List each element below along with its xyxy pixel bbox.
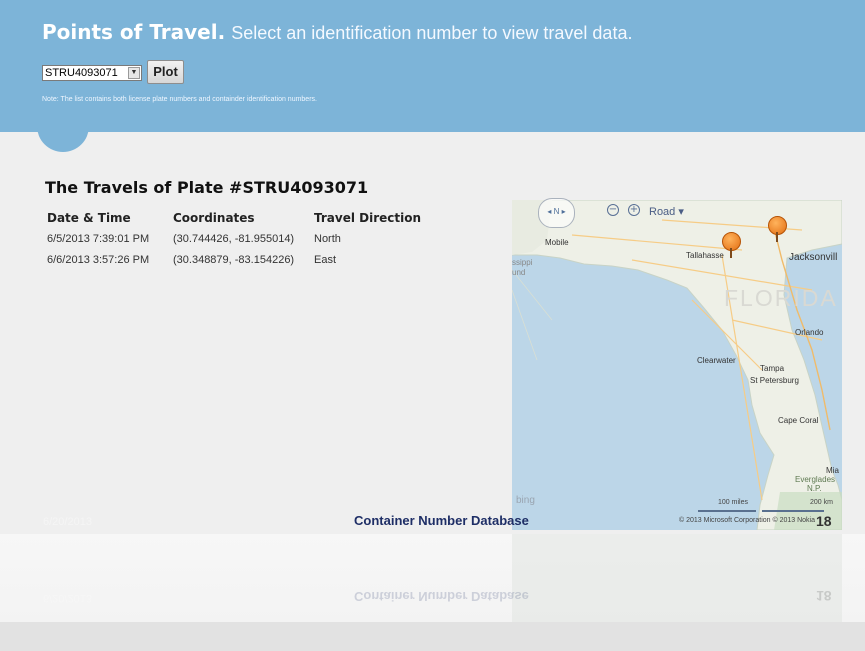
map-marker-stem — [730, 248, 732, 258]
bing-logo: bing — [516, 495, 535, 506]
map-label-mia: Mia — [826, 466, 839, 475]
map-label-everglades: Everglades — [795, 475, 836, 484]
row-1-coordinates: (30.744426, -81.955014) — [173, 233, 295, 245]
road-label: Road — [649, 206, 676, 218]
reflection-database: Container Number Database — [354, 589, 529, 604]
compass-icon[interactable]: ◂ N ▸ — [538, 198, 575, 228]
footer-database-title: Container Number Database — [354, 513, 529, 528]
map-state-label: FLORIDA — [724, 285, 838, 311]
reflection-date: 6/20/2013 — [43, 592, 92, 604]
scale-bar-miles — [698, 510, 756, 512]
slide-reflection: 6/20/2013 Container Number Database 18 — [0, 534, 865, 622]
page-title: Points of Travel. Select an identificati… — [42, 20, 632, 44]
scale-bar-km — [762, 510, 824, 512]
map-label-cape-coral: Cape Coral — [778, 416, 819, 425]
row-2-direction: East — [314, 254, 337, 266]
bottom-band — [0, 622, 865, 651]
map-label-clearwater: Clearwater — [697, 356, 736, 365]
row-2-coordinates: (30.348879, -83.154226) — [173, 254, 295, 266]
map-marker-stem — [776, 232, 778, 242]
id-select-value: STRU4093071 — [45, 67, 118, 79]
row-1-direction: North — [314, 233, 341, 245]
plate-title: The Travels of Plate #STRU4093071 — [45, 178, 369, 197]
map-view[interactable]: FLORIDA Mobile ssippi und Tallahasse Jac… — [512, 200, 842, 530]
scale-miles: 100 miles — [718, 499, 748, 506]
map-label-jacksonville: Jacksonvill — [789, 252, 838, 263]
plot-button[interactable]: Plot — [147, 60, 184, 84]
row-2-datetime: 6/6/2013 3:57:26 PM — [47, 254, 150, 266]
map-label-tampa: Tampa — [760, 364, 785, 373]
column-header-direction: Travel Direction — [314, 211, 422, 225]
chevron-down-icon[interactable]: ▼ — [128, 67, 140, 79]
page-header: Points of Travel. Select an identificati… — [0, 0, 865, 132]
map-label-orlando: Orlando — [795, 328, 824, 337]
reflection-number: 18 — [816, 588, 832, 604]
scale-km: 200 km — [810, 499, 833, 506]
id-select[interactable]: STRU4093071 ▼ — [42, 65, 142, 81]
title-subtext: Select an identification number to view … — [231, 23, 633, 43]
map-copyright: © 2013 Microsoft Corporation © 2013 Noki… — [679, 517, 815, 524]
map-label-tallahassee: Tallahasse — [686, 251, 724, 260]
map-label-np: N.P. — [807, 484, 822, 493]
column-header-datetime: Date & Time — [47, 211, 131, 225]
footer-date: 6/20/2013 — [43, 516, 92, 528]
list-note: Note: The list contains both license pla… — [42, 96, 317, 103]
map-label-ssippi: ssippi — [512, 258, 533, 267]
zoom-in-icon[interactable]: + — [628, 204, 640, 216]
map-label-mobile: Mobile — [545, 238, 569, 247]
header-tab — [37, 112, 89, 152]
reflection-content: 6/20/2013 Container Number Database 18 — [0, 534, 865, 614]
title-strong: Points of Travel. — [42, 20, 226, 44]
map-style-road-button[interactable]: Road ▾ — [649, 205, 684, 218]
map-label-st-petersburg: St Petersburg — [750, 376, 799, 385]
map-graphics — [512, 200, 842, 530]
map-label-und: und — [512, 268, 526, 277]
column-header-coordinates: Coordinates — [173, 211, 255, 225]
compass-label: N — [553, 207, 560, 216]
slide-number: 18 — [816, 513, 832, 529]
row-1-datetime: 6/5/2013 7:39:01 PM — [47, 233, 150, 245]
zoom-out-icon[interactable]: − — [607, 204, 619, 216]
